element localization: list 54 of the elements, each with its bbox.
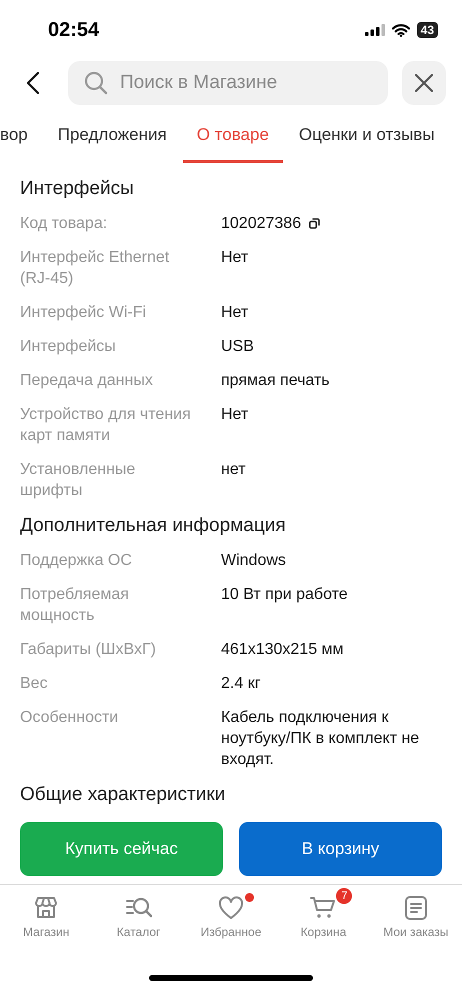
spec-label: Устройство для чтения карт памяти [20,405,192,446]
spec-value: 102027386 [221,214,302,234]
wifi-icon [392,24,410,36]
heart-icon [218,895,244,921]
spec-label: Вес [20,674,49,694]
signal-icon [364,24,385,36]
spec-label: Установленные шрифты [20,460,136,501]
spec-value: 461x130x215 мм [221,640,344,660]
copy-button[interactable] [309,218,320,229]
close-button[interactable] [402,61,446,105]
nav-item[interactable]: Мои заказы [383,925,448,939]
add-to-cart-button[interactable]: В корзину [239,822,442,876]
spec-value: USB [221,337,254,357]
spec-value: 2.4 кг [221,674,261,694]
spec-value: 10 Вт при работе [221,585,348,605]
spec-value: нет [221,460,246,480]
spec-value: Нет [221,405,248,425]
section-heading: Дополнительная информация [20,514,287,538]
spec-value: Нет [221,248,248,268]
status-time: 02:54 [48,18,100,42]
nav-item[interactable]: Магазин [23,925,70,939]
spec-label: Интерфейс Wi-Fi [20,303,148,323]
tab[interactable]: Предложения [58,113,167,163]
section-heading: Общие характеристики [20,783,226,807]
search-field[interactable]: Поиск в Магазине [68,61,388,105]
nav-item[interactable]: Избранное [200,925,262,939]
tab[interactable]: Оценки и отзывы [298,113,435,163]
section-heading: Интерфейсы [20,177,135,201]
spec-label: Код товара: [20,214,108,234]
count-badge: 7 [336,888,352,904]
spec-label: Особенности [20,708,120,728]
spec-label: Интерфейсы [20,337,117,357]
buy-now-button[interactable]: Купить сейчас [20,822,223,876]
spec-value: Нет [221,303,248,323]
spec-value: Windows [221,551,286,571]
store-icon [33,895,60,921]
tab[interactable]: вор [0,113,28,163]
spec-value: прямая печать [221,371,330,391]
spec-label: Потребляемая мощность [20,585,130,626]
list-icon [402,895,429,921]
back-icon [26,71,40,95]
tab[interactable]: О товаре [182,113,283,163]
battery-indicator: 43 [416,22,438,38]
copy-icon [309,218,320,229]
close-icon [414,73,434,93]
back-button[interactable] [24,69,42,97]
spec-label: Передача данных [20,371,154,391]
nav-item[interactable]: Корзина [300,925,346,939]
nav-item[interactable]: Каталог [116,925,160,939]
spec-label: Поддержка ОС [20,551,133,571]
spec-label: Интерфейс Ethernet (RJ-45) [20,248,170,289]
search-icon [84,71,108,95]
spec-value: Кабель подключения к ноутбуку/ПК в комплект не входят. [221,708,420,770]
spec-label: Габариты (ШхВхГ) [20,640,157,660]
